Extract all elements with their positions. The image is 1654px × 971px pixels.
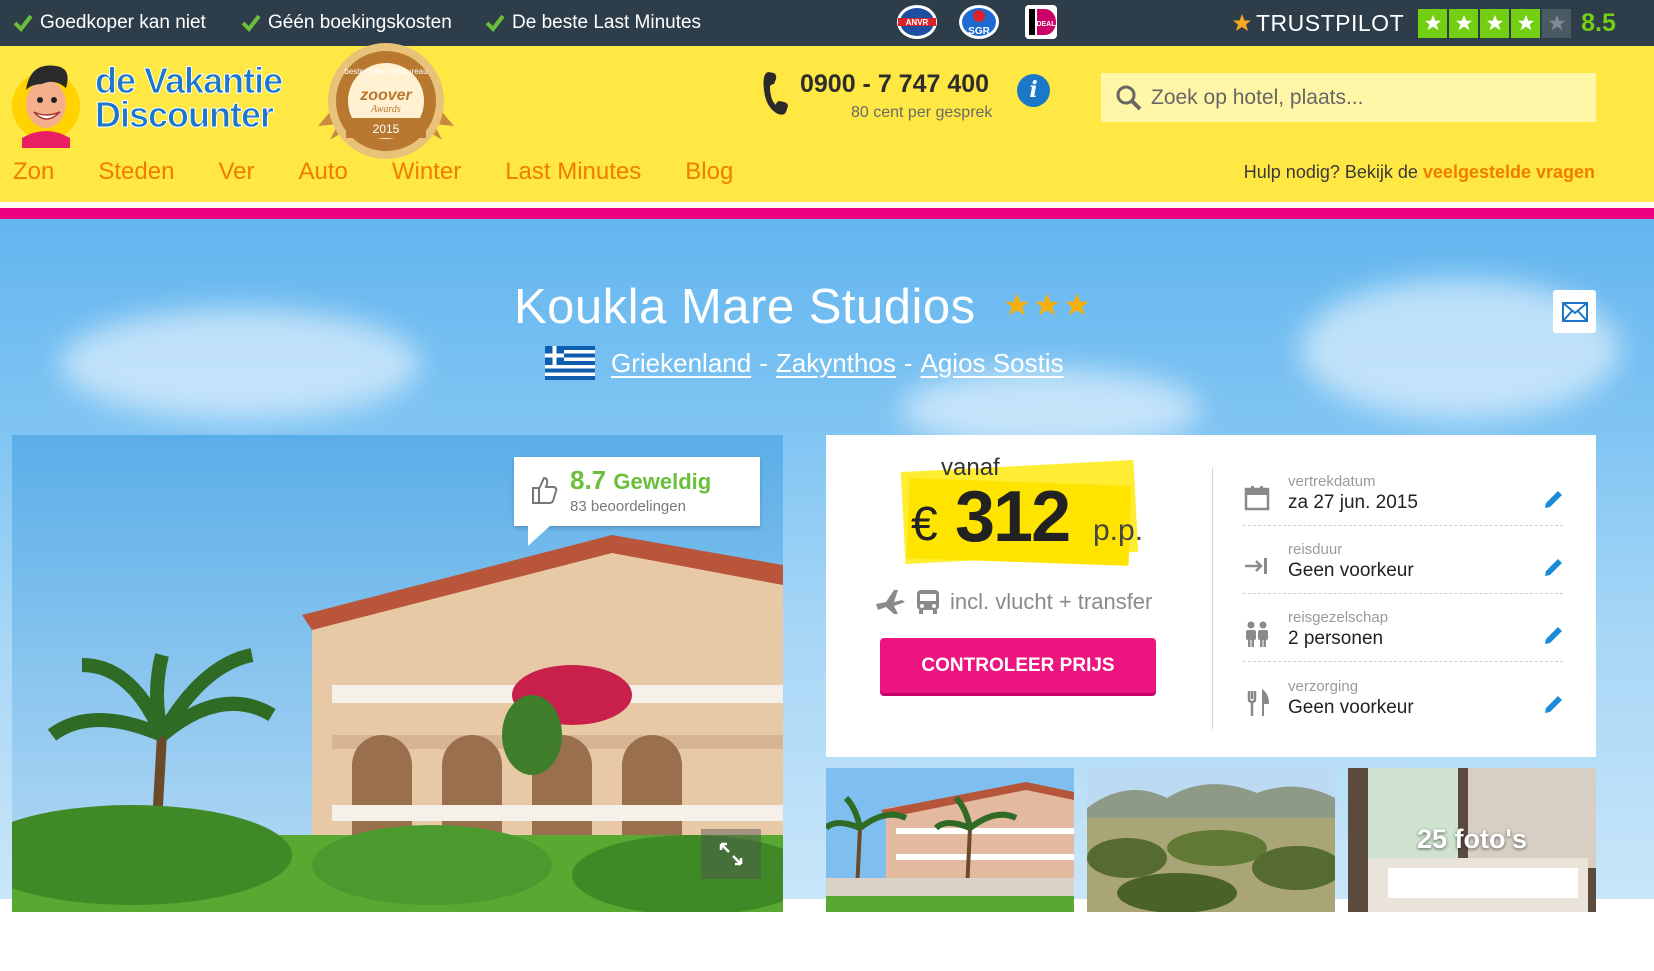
svg-text:2015: 2015 <box>373 122 400 136</box>
star-icon <box>1480 8 1510 38</box>
bus-icon <box>917 590 939 614</box>
check-price-button[interactable]: CONTROLEER PRIJS <box>880 638 1156 693</box>
phone-icon <box>762 70 792 121</box>
star-icon <box>1065 293 1089 316</box>
option-board[interactable]: verzorging Geen voorkeur <box>1243 671 1563 737</box>
option-departure-date[interactable]: vertrekdatum za 27 jun. 2015 <box>1243 466 1563 532</box>
anvr-badge-icon[interactable]: ANVR <box>896 3 938 41</box>
sgr-badge-icon[interactable]: SGR <box>958 3 1000 41</box>
trustpilot-name: TRUSTPILOT <box>1256 9 1405 36</box>
star-icon <box>1005 293 1029 316</box>
svg-text:Awards: Awards <box>370 104 401 115</box>
hotel-stars <box>1004 292 1090 318</box>
edit-icon[interactable] <box>1542 555 1566 579</box>
breadcrumb-region[interactable]: Zakynthos <box>776 348 896 379</box>
star-icon <box>1449 8 1479 38</box>
check-icon <box>13 12 33 34</box>
plane-icon <box>876 590 905 614</box>
info-icon[interactable]: i <box>1017 74 1050 107</box>
nav-item-winter[interactable]: Winter <box>392 150 461 194</box>
nav-item-steden[interactable]: Steden <box>98 150 174 194</box>
price-currency: € <box>911 498 938 551</box>
nav-item-zon[interactable]: Zon <box>13 150 54 194</box>
calendar-icon <box>1244 486 1270 511</box>
envelope-icon <box>1561 301 1588 322</box>
phone-number[interactable]: 0900 - 7 747 400 <box>800 70 989 99</box>
gallery-thumbnail[interactable] <box>826 768 1074 912</box>
usp-item: De beste Last Minutes <box>485 12 701 34</box>
faq-link[interactable]: veelgestelde vragen <box>1423 162 1595 182</box>
greece-flag-icon <box>545 346 595 380</box>
trustpilot-score: 8.5 <box>1581 8 1616 37</box>
trustpilot-stars <box>1418 8 1572 38</box>
svg-text:ANVR: ANVR <box>906 18 929 27</box>
search-bar[interactable] <box>1101 73 1596 122</box>
star-icon <box>1542 8 1572 38</box>
phone-cost-note: 80 cent per gesprek <box>851 104 993 121</box>
breadcrumb-place[interactable]: Agios Sostis <box>921 348 1064 379</box>
header-divider <box>0 208 1654 219</box>
star-icon <box>1418 8 1448 38</box>
svg-text:beste online reisbureau: beste online reisbureau <box>344 67 427 76</box>
check-icon <box>241 12 261 34</box>
nav-item-blog[interactable]: Blog <box>685 150 733 194</box>
breadcrumb: Griekenland - Zakynthos - Agios Sostis <box>545 346 1064 380</box>
review-card-tail <box>528 524 552 546</box>
review-score: 8.7 Geweldig <box>570 465 712 495</box>
share-email-button[interactable] <box>1553 290 1596 333</box>
trustpilot-widget[interactable]: TRUSTPILOT 8.5 <box>1232 5 1616 41</box>
review-count: 83 beoordelingen <box>570 498 686 515</box>
site-logo[interactable] <box>12 54 102 153</box>
nav-item-auto[interactable]: Auto <box>298 150 347 194</box>
edit-icon[interactable] <box>1542 623 1566 647</box>
star-icon <box>1035 293 1059 316</box>
svg-text:iDEAL: iDEAL <box>1035 21 1057 28</box>
price-per-person: p.p. <box>1093 514 1144 547</box>
price-inclusions: incl. vlucht + transfer <box>874 588 1152 616</box>
card-divider <box>1212 468 1213 729</box>
ideal-badge-icon[interactable]: iDEAL <box>1020 3 1062 41</box>
fullscreen-button[interactable] <box>701 829 761 879</box>
trust-badges: ANVR SGR iDEAL <box>896 3 1062 41</box>
site-header: de Vakantie Discounter beste online reis… <box>0 43 1654 202</box>
nav-item-ver[interactable]: Ver <box>218 150 254 194</box>
thumbs-up-icon <box>530 475 558 510</box>
option-party[interactable]: reisgezelschap 2 personen <box>1243 602 1563 668</box>
zoover-award-badge: beste online reisbureau zoover Awards 20… <box>316 42 456 165</box>
help-text: Hulp nodig? Bekijk de veelgestelde vrage… <box>1243 162 1595 182</box>
svg-text:SGR: SGR <box>968 26 990 37</box>
star-icon <box>1511 8 1541 38</box>
trustpilot-logo-icon <box>1233 14 1251 31</box>
review-score-card[interactable]: 8.7 Geweldig 83 beoordelingen <box>514 457 760 526</box>
duration-icon <box>1245 558 1267 574</box>
usp-item: Géén boekingskosten <box>241 12 452 34</box>
page-title: Koukla Mare Studios <box>514 280 976 334</box>
top-bar: Goedkoper kan niet Géén boekingskosten D… <box>0 0 1654 46</box>
edit-icon[interactable] <box>1542 487 1566 511</box>
usp-item: Goedkoper kan niet <box>13 12 206 34</box>
search-icon <box>1116 85 1142 110</box>
option-duration[interactable]: reisduur Geen voorkeur <box>1243 534 1563 600</box>
people-icon <box>1246 621 1268 647</box>
nav-item-last-minutes[interactable]: Last Minutes <box>505 150 641 194</box>
check-icon <box>485 12 505 34</box>
logo-text[interactable]: Discounter <box>94 94 274 136</box>
svg-text:zoover: zoover <box>359 87 412 104</box>
expand-icon <box>719 842 743 866</box>
price-amount: 312 <box>955 477 1071 557</box>
photo-count-label: 25 foto's <box>1417 824 1527 854</box>
main-nav: Zon Steden Ver Auto Winter Last Minutes … <box>0 150 764 194</box>
mascot-icon <box>12 65 80 148</box>
cutlery-icon <box>1247 689 1270 716</box>
search-input[interactable] <box>1151 85 1571 110</box>
breadcrumb-country[interactable]: Griekenland <box>611 348 751 379</box>
gallery-thumbnail[interactable] <box>1087 768 1335 912</box>
gallery-more-photos[interactable]: 25 foto's <box>1348 768 1596 912</box>
edit-icon[interactable] <box>1542 692 1566 716</box>
